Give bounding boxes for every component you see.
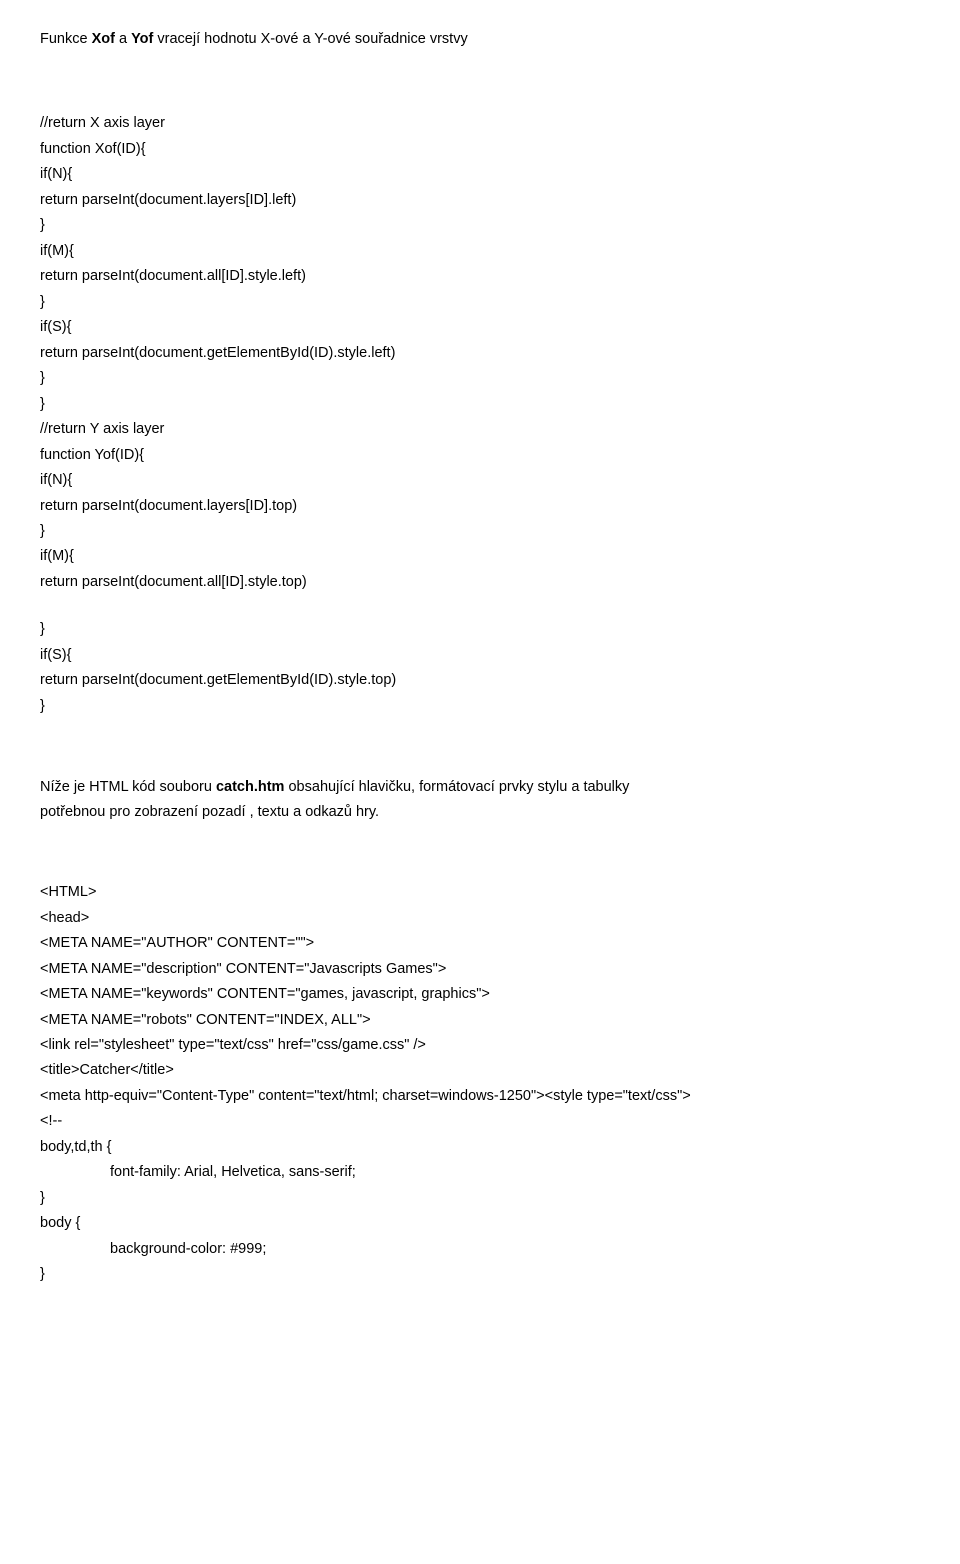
code-line: <META NAME="AUTHOR" CONTENT=""> <box>40 932 920 954</box>
code-line: return parseInt(document.layers[ID].left… <box>40 189 920 211</box>
code-line: body,td,th { <box>40 1136 920 1158</box>
code-block-1b: } if(S){ return parseInt(document.getEle… <box>40 618 920 717</box>
code-line: return parseInt(document.layers[ID].top) <box>40 495 920 517</box>
code-line: } <box>40 520 920 542</box>
code-line: } <box>40 1263 920 1285</box>
code-line: if(N){ <box>40 163 920 185</box>
code-line: if(S){ <box>40 644 920 666</box>
code-line: return parseInt(document.getElementById(… <box>40 342 920 364</box>
heading-bold-xof: Xof <box>92 31 115 47</box>
heading-prefix: Funkce <box>40 31 92 47</box>
description-line2: potřebnou pro zobrazení pozadí , textu a… <box>40 801 920 823</box>
desc-suffix: obsahující hlavičku, formátovací prvky s… <box>284 779 629 795</box>
code-line: body { <box>40 1212 920 1234</box>
description-line1: Níže je HTML kód souboru catch.htm obsah… <box>40 776 920 798</box>
code-block-1: //return X axis layer function Xof(ID){ … <box>40 112 920 593</box>
code-line: return parseInt(document.all[ID].style.l… <box>40 265 920 287</box>
code-line: //return X axis layer <box>40 112 920 134</box>
heading-bold-yof: Yof <box>131 31 153 47</box>
code-line: <title>Catcher</title> <box>40 1059 920 1081</box>
code-line: } <box>40 367 920 389</box>
code-line: function Xof(ID){ <box>40 138 920 160</box>
code-block-2: <HTML> <head> <META NAME="AUTHOR" CONTEN… <box>40 881 920 1286</box>
code-line: if(M){ <box>40 240 920 262</box>
desc-bold: catch.htm <box>216 779 285 795</box>
heading-line: Funkce Xof a Yof vracejí hodnotu X-ové a… <box>40 28 920 50</box>
code-line: } <box>40 393 920 415</box>
code-line: <META NAME="description" CONTENT="Javasc… <box>40 958 920 980</box>
code-line: } <box>40 618 920 640</box>
code-line: } <box>40 1187 920 1209</box>
code-line-indent: background-color: #999; <box>40 1238 920 1260</box>
code-line: return parseInt(document.getElementById(… <box>40 669 920 691</box>
heading-suffix: vracejí hodnotu X-ové a Y-ové souřadnice… <box>153 31 467 47</box>
code-line: <link rel="stylesheet" type="text/css" h… <box>40 1034 920 1056</box>
desc-prefix: Níže je HTML kód souboru <box>40 779 216 795</box>
code-line: return parseInt(document.all[ID].style.t… <box>40 571 920 593</box>
code-line: } <box>40 214 920 236</box>
code-line: } <box>40 291 920 313</box>
code-line: function Yof(ID){ <box>40 444 920 466</box>
code-line: if(S){ <box>40 316 920 338</box>
code-line: <META NAME="robots" CONTENT="INDEX, ALL"… <box>40 1009 920 1031</box>
code-line: } <box>40 695 920 717</box>
heading-mid: a <box>115 31 131 47</box>
code-line: <META NAME="keywords" CONTENT="games, ja… <box>40 983 920 1005</box>
code-line: <meta http-equiv="Content-Type" content=… <box>40 1085 920 1107</box>
code-line: <head> <box>40 907 920 929</box>
code-line: <HTML> <box>40 881 920 903</box>
code-line: //return Y axis layer <box>40 418 920 440</box>
code-line-indent: font-family: Arial, Helvetica, sans-seri… <box>40 1161 920 1183</box>
code-line: if(N){ <box>40 469 920 491</box>
code-line: if(M){ <box>40 545 920 567</box>
code-line: <!-- <box>40 1110 920 1132</box>
